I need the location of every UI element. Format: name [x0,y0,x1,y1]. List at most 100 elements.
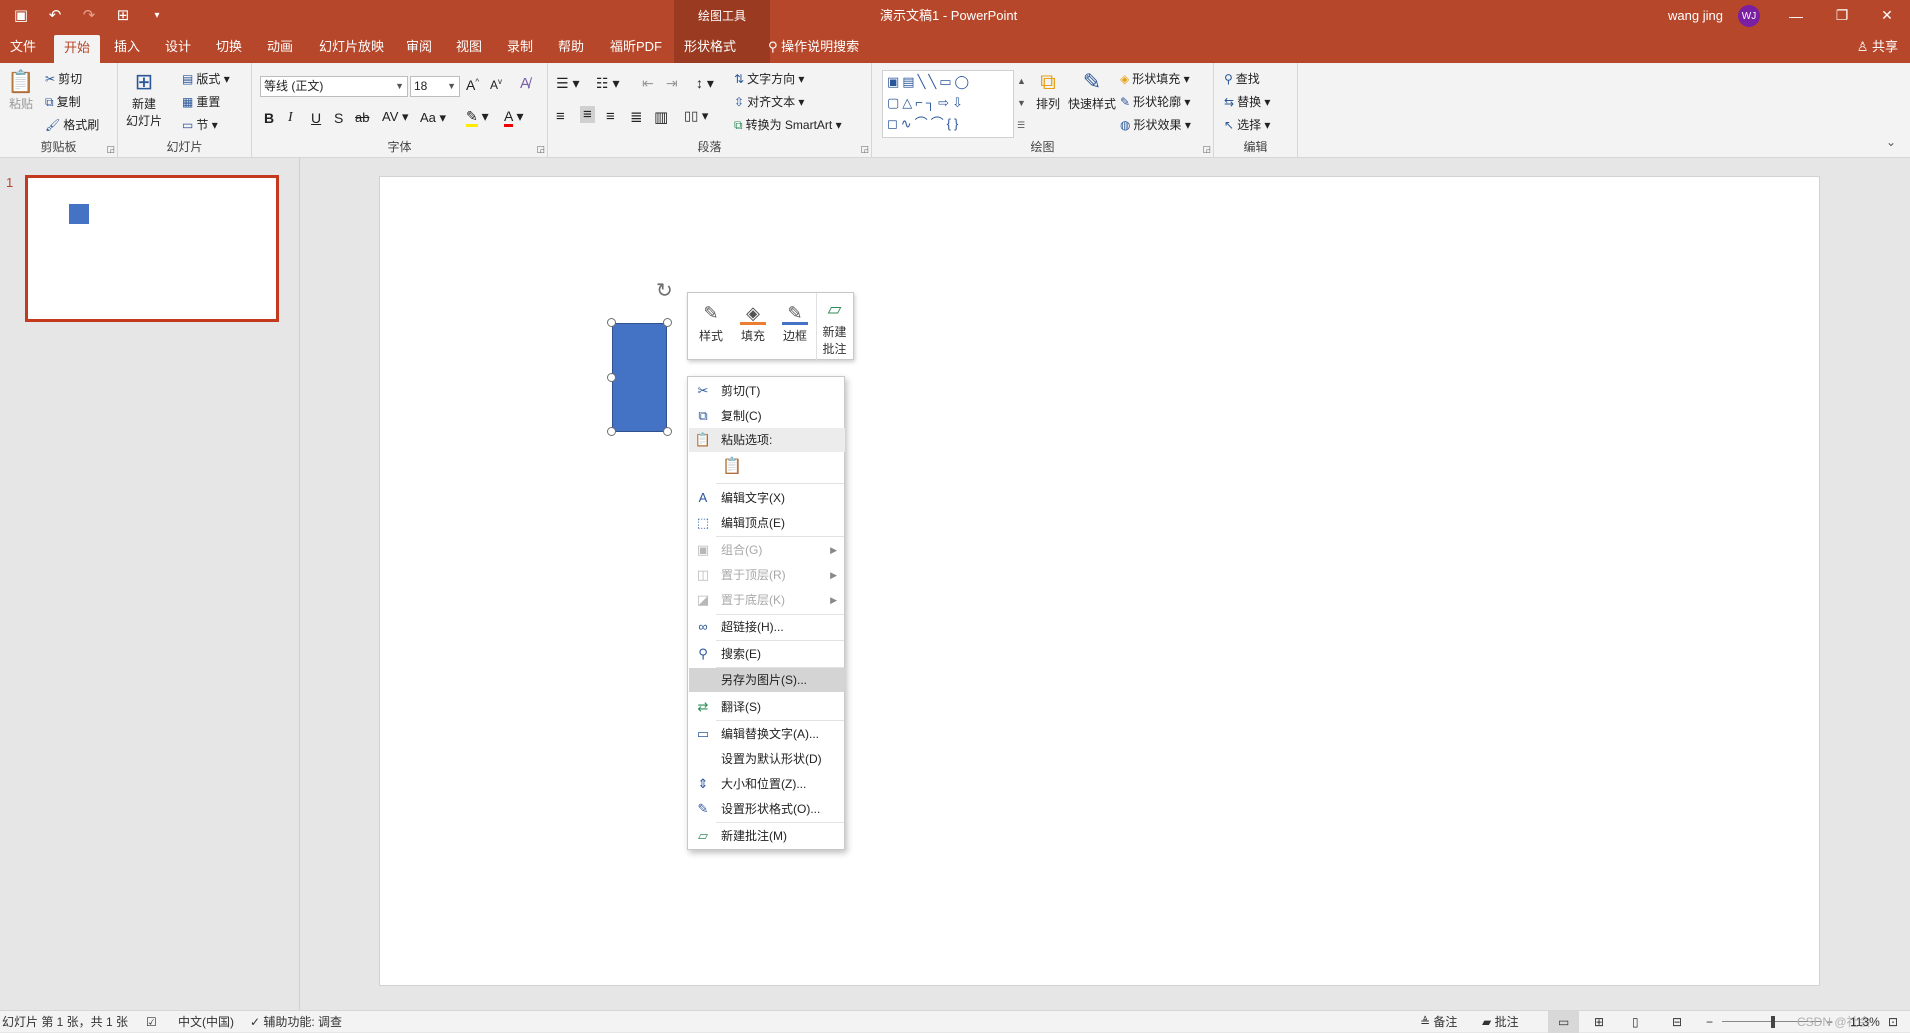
shape-outline-button[interactable]: ✎ 形状轮廓 ▾ [1120,93,1190,110]
align-left-icon[interactable]: ≡ [556,108,565,125]
menu-item-group[interactable]: ▣ 组合(G) ▶ [689,538,845,562]
bullets-icon[interactable]: ☰ ▾ [556,75,579,92]
collapse-ribbon-icon[interactable]: ⌄ [1886,135,1896,149]
gallery-scroll[interactable]: ▲ ▼ ☰ [1017,70,1026,136]
tab-foxit-pdf[interactable]: 福昕PDF [600,31,672,63]
redo-icon[interactable]: ↷ [76,4,102,26]
spell-check-icon[interactable]: ☑ [146,1011,157,1033]
char-spacing-icon[interactable]: AV ▾ [382,109,409,125]
tab-record[interactable]: 录制 [497,31,543,63]
close-icon[interactable]: ✕ [1864,0,1910,31]
zoom-out-icon[interactable]: − [1706,1011,1713,1033]
cut-button[interactable]: ✂ 剪切 [45,70,82,87]
paste-button[interactable]: 📋 粘贴 [7,69,35,112]
columns-icon[interactable]: ▯▯ ▾ [684,108,708,124]
dialog-launcher-icon[interactable]: ◲ [860,144,869,155]
menu-item-edit-alt-text[interactable]: ▭ 编辑替换文字(A)... [689,722,845,746]
shape-effects-button[interactable]: ◍ 形状效果 ▾ [1120,116,1191,133]
tab-review[interactable]: 审阅 [396,31,442,63]
quick-styles-button[interactable]: ✎ 快速样式 [1066,69,1118,112]
text-direction-button[interactable]: ⇅ 文字方向 ▾ [734,70,804,87]
tab-transitions[interactable]: 切换 [206,31,252,63]
shrink-font-icon[interactable]: Av [490,77,502,92]
italic-icon[interactable]: I [288,110,293,126]
normal-view-icon[interactable]: ▭ [1548,1011,1580,1033]
menu-item-size-position[interactable]: ⇕ 大小和位置(Z)... [689,772,845,796]
tab-view[interactable]: 视图 [446,31,492,63]
align-right-icon[interactable]: ≡ [606,108,615,125]
distributed-icon[interactable]: ▥ [654,108,668,126]
shapes-gallery[interactable]: ▣▤╲╲▭◯ ▢△⌐┐⇨⇩ ◻∿⌒⌒{} [882,70,1014,138]
menu-item-format-shape[interactable]: ✎ 设置形状格式(O)... [689,797,845,821]
avatar[interactable]: WJ [1738,5,1760,27]
save-icon[interactable]: ▣ [8,4,34,26]
fit-to-window-icon[interactable]: ⊡ [1888,1011,1898,1033]
tab-slideshow[interactable]: 幻灯片放映 [309,31,394,63]
menu-item-set-default-shape[interactable]: 设置为默认形状(D) [689,747,845,771]
rotate-handle-icon[interactable]: ↻ [656,278,673,303]
decrease-indent-icon[interactable]: ⇤ [642,75,654,92]
highlight-icon[interactable]: ✎ ▾ [466,108,489,127]
change-case-icon[interactable]: Aa ▾ [420,110,446,126]
language-status[interactable]: 中文(中国) [178,1011,234,1033]
style-button[interactable]: ✎ 样式 [692,293,730,361]
font-size-combo[interactable]: 18 ▼ [410,76,460,97]
share-button[interactable]: ♙ 共享 [1857,31,1898,63]
tab-home[interactable]: 开始 [54,35,101,63]
format-painter-button[interactable]: 🖌 格式刷 [45,116,99,133]
slide-thumbnail[interactable] [25,175,279,322]
undo-icon[interactable]: ↶ [42,4,68,26]
fill-button[interactable]: ◈ 填充 [734,293,772,361]
section-button[interactable]: ▭ 节 ▾ [182,116,218,133]
outline-button[interactable]: ✎ 边框 [776,293,814,361]
underline-icon[interactable]: U [311,110,321,126]
select-button[interactable]: ↖ 选择 ▾ [1224,116,1270,133]
strikethrough-icon[interactable]: ab [355,110,369,125]
shadow-icon[interactable]: S [334,110,343,126]
user-name[interactable]: wang jing [1668,0,1723,31]
line-spacing-icon[interactable]: ↕ ▾ [696,75,714,92]
zoom-level[interactable]: 113% [1850,1011,1880,1033]
bold-icon[interactable]: B [264,110,274,126]
menu-item-save-as-picture[interactable]: 另存为图片(S)... [689,668,845,692]
smartart-button[interactable]: ⧉ 转换为 SmartArt ▾ [734,116,842,133]
align-center-icon[interactable]: ≡ [580,106,595,123]
numbering-icon[interactable]: ☷ ▾ [596,75,619,92]
resize-handle[interactable] [607,427,616,436]
new-slide-button[interactable]: ⊞ 新建 幻灯片 [126,69,162,129]
tell-me-search[interactable]: ⚲ 操作说明搜索 [758,31,869,63]
menu-item-edit-points[interactable]: ⬚ 编辑顶点(E) [689,511,845,535]
menu-item-copy[interactable]: ⧉ 复制(C) [689,404,845,428]
replace-button[interactable]: ⇆ 替换 ▾ [1224,93,1270,110]
font-color-icon[interactable]: A ▾ [504,108,524,127]
menu-item-search[interactable]: ⚲ 搜索(E) [689,642,845,666]
clear-formatting-icon[interactable]: A̸ [520,75,530,92]
resize-handle[interactable] [663,318,672,327]
resize-handle[interactable] [663,427,672,436]
minimize-icon[interactable]: — [1773,0,1819,31]
menu-item-edit-text[interactable]: A 编辑文字(X) [689,486,845,510]
tab-animations[interactable]: 动画 [257,31,303,63]
restore-icon[interactable]: ❐ [1819,0,1865,31]
comments-button[interactable]: ▰ 批注 [1482,1011,1519,1033]
menu-item-send-to-back[interactable]: ◪ 置于底层(K) ▶ [689,588,845,612]
slide-canvas[interactable] [379,176,1820,986]
shape-fill-button[interactable]: ◈ 形状填充 ▾ [1120,70,1190,87]
reset-button[interactable]: ▦ 重置 [182,93,220,110]
new-comment-button[interactable]: ▱ 新建 批注 [816,293,852,361]
present-icon[interactable]: ⊞ [110,4,136,26]
accessibility-status[interactable]: ✓ 辅助功能: 调查 [250,1011,342,1033]
layout-button[interactable]: ▤ 版式 ▾ [182,70,230,87]
dialog-launcher-icon[interactable]: ◲ [1202,144,1211,155]
dialog-launcher-icon[interactable]: ◲ [106,144,115,155]
align-text-button[interactable]: ⇳ 对齐文本 ▾ [734,93,804,110]
zoom-slider-thumb[interactable] [1771,1016,1775,1028]
slide-sorter-icon[interactable]: ⊞ [1594,1011,1604,1033]
menu-item-cut[interactable]: ✂ 剪切(T) [689,379,845,403]
menu-item-new-comment[interactable]: ▱ 新建批注(M) [689,824,845,848]
reading-view-icon[interactable]: ▯ [1632,1011,1639,1033]
menu-item-translate[interactable]: ⇄ 翻译(S) [689,695,845,719]
customize-icon[interactable]: ▾ [144,4,170,26]
increase-indent-icon[interactable]: ⇥ [666,75,678,92]
copy-button[interactable]: ⧉ 复制 [45,93,81,110]
